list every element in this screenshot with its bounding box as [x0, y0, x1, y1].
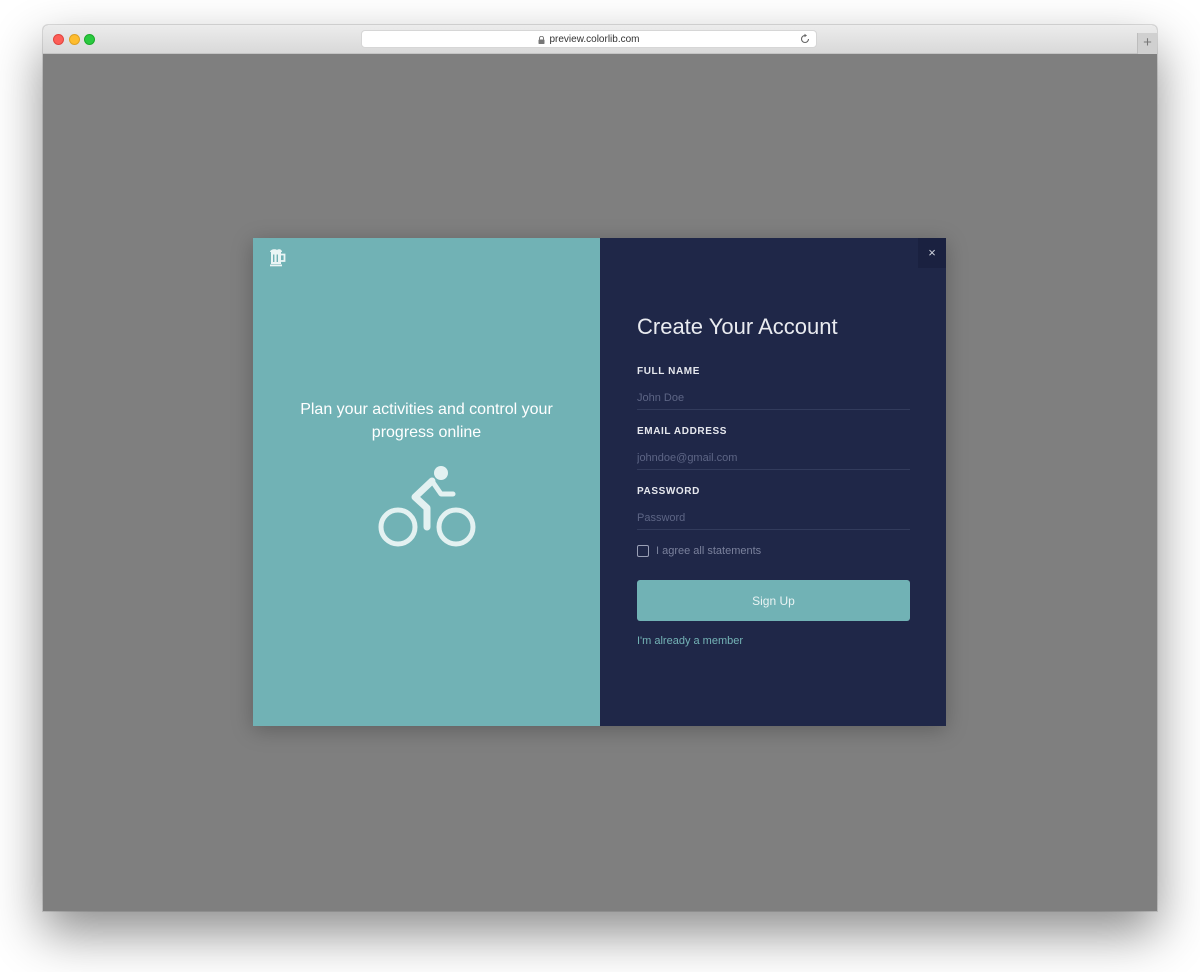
- already-member-link[interactable]: I'm already a member: [637, 635, 743, 647]
- window-close-button[interactable]: [53, 34, 64, 45]
- full-name-label: FULL NAME: [637, 366, 700, 377]
- close-modal-button[interactable]: ×: [918, 238, 946, 268]
- window-maximize-button[interactable]: [84, 34, 95, 45]
- beer-mug-icon: [270, 249, 286, 267]
- address-bar[interactable]: preview.colorlib.com: [361, 30, 817, 48]
- agree-label[interactable]: I agree all statements: [656, 545, 761, 557]
- title-bar: preview.colorlib.com +: [43, 25, 1157, 54]
- signup-modal: Plan your activities and control your pr…: [253, 238, 946, 726]
- email-field: EMAIL ADDRESS: [637, 426, 910, 470]
- full-name-field: FULL NAME: [637, 366, 910, 410]
- bicycle-icon: [378, 466, 476, 547]
- url-text: preview.colorlib.com: [549, 33, 640, 45]
- form-title: Create Your Account: [637, 314, 838, 339]
- agree-checkbox[interactable]: [637, 545, 649, 557]
- tagline: Plan your activities and control your pr…: [300, 401, 553, 441]
- password-input[interactable]: [637, 506, 910, 530]
- new-tab-button[interactable]: +: [1137, 33, 1157, 54]
- password-label: PASSWORD: [637, 486, 700, 497]
- window-minimize-button[interactable]: [69, 34, 80, 45]
- reload-icon[interactable]: [799, 33, 811, 45]
- full-name-input[interactable]: [637, 386, 910, 410]
- intro-panel: Plan your activities and control your pr…: [253, 238, 600, 726]
- password-field: PASSWORD: [637, 486, 910, 530]
- form-panel: × Create Your Account FULL NAME EMAIL AD…: [600, 238, 946, 726]
- lock-icon: [538, 36, 545, 44]
- browser-window: preview.colorlib.com + Plan your activit…: [43, 25, 1157, 911]
- email-label: EMAIL ADDRESS: [637, 426, 728, 437]
- agree-row: I agree all statements: [637, 545, 761, 557]
- email-input[interactable]: [637, 446, 910, 470]
- sign-up-button[interactable]: Sign Up: [637, 580, 910, 621]
